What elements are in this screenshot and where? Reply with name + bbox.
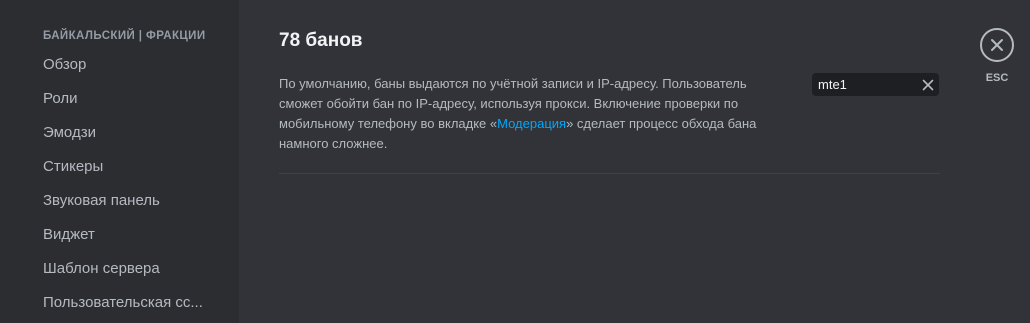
close-button[interactable] [980,28,1014,62]
sidebar-item-stickers[interactable]: Стикеры [33,150,229,184]
main-content: 78 банов По умолчанию, баны выдаются по … [239,0,1030,323]
close-area: ESC [978,28,1016,84]
sidebar: БАЙКАЛЬСКИЙ | ФРАКЦИИ Обзор Роли Эмодзи … [0,0,239,323]
settings-window: БАЙКАЛЬСКИЙ | ФРАКЦИИ Обзор Роли Эмодзи … [0,0,1030,323]
sidebar-item-overview[interactable]: Обзор [33,48,229,82]
description-row: По умолчанию, баны выдаются по учётной з… [279,73,940,154]
ban-search-box [812,73,939,96]
sidebar-item-server-template[interactable]: Шаблон сервера [33,252,229,286]
ban-search-input[interactable] [812,73,917,96]
page-title: 78 банов [279,30,363,51]
moderation-link[interactable]: Модерация [497,116,566,131]
clear-search-icon[interactable] [917,73,939,96]
bans-section: 78 банов По умолчанию, баны выдаются по … [279,28,940,174]
sidebar-item-widget[interactable]: Виджет [33,218,229,252]
sidebar-item-roles[interactable]: Роли [33,82,229,116]
sidebar-item-custom-invite-link[interactable]: Пользовательская сс... [33,286,229,320]
close-icon [991,39,1003,51]
bans-description: По умолчанию, баны выдаются по учётной з… [279,74,769,154]
esc-label: ESC [985,72,1009,84]
divider [279,173,940,174]
sidebar-header: БАЙКАЛЬСКИЙ | ФРАКЦИИ [43,30,206,42]
sidebar-item-soundboard[interactable]: Звуковая панель [33,184,229,218]
close-icon [922,79,934,90]
sidebar-item-emoji[interactable]: Эмодзи [33,116,229,150]
